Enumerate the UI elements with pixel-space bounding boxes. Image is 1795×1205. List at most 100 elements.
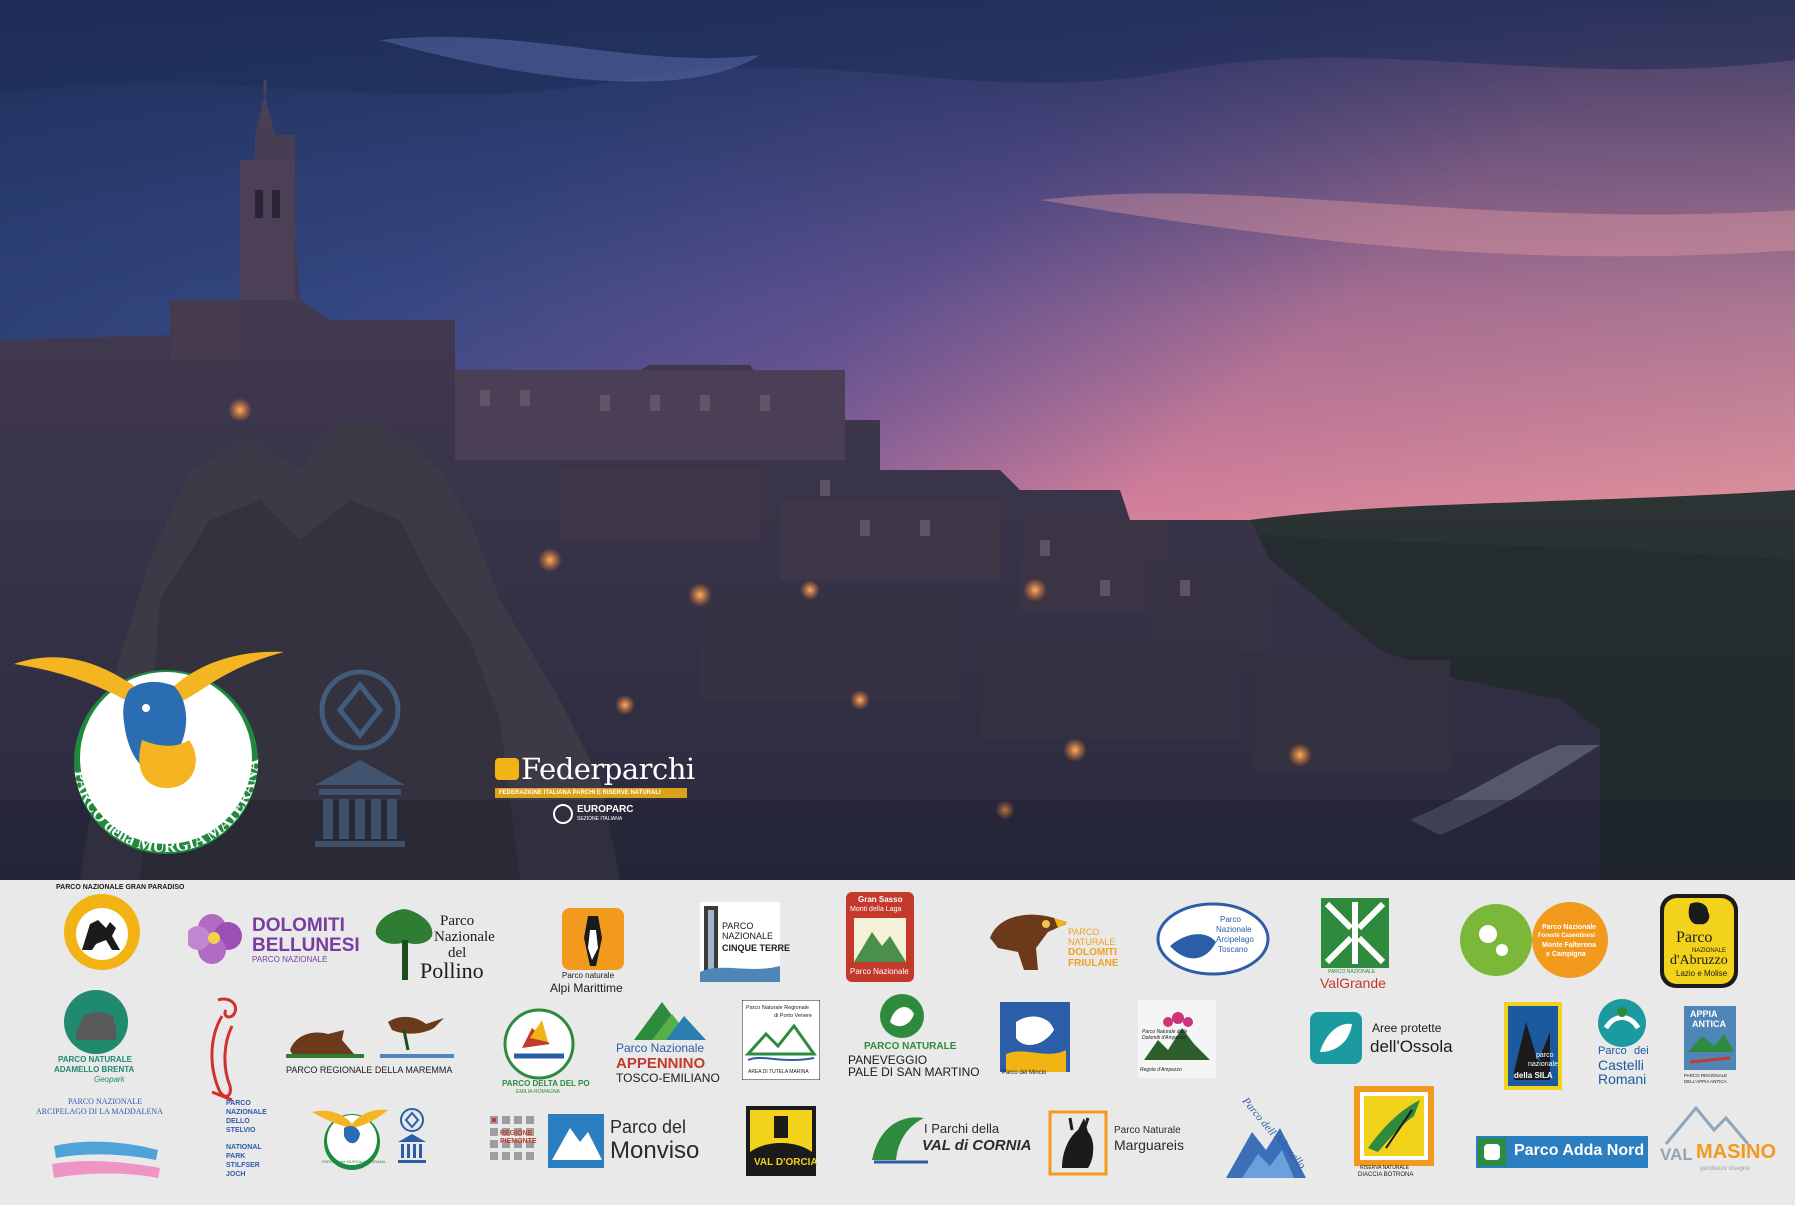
porto-venere-label-1: Parco Naturale Regionale (746, 1005, 809, 1011)
porto-venere-label-3: AREA DI TUTELA MARINA (748, 1069, 809, 1075)
mincio-logo: Parco del Mincio (1000, 1002, 1070, 1078)
stelvio-logo: PARCO NAZIONALE DELLO STELVIO NATIONAL P… (226, 1100, 276, 1196)
gran-sasso-label-3: Parco Nazionale (850, 967, 909, 976)
dolomiti-ampezzo-logo: Parco Naturale delle Dolomiti d'Ampezzo … (1138, 1000, 1220, 1078)
stelvio-label-5: NATIONAL (226, 1144, 262, 1151)
castelli-romani-label-4: Romani (1598, 1071, 1647, 1087)
piemonte-label-2: PIEMONTE (500, 1138, 537, 1145)
federparchi-title: Federparchi (521, 752, 695, 786)
delta-po-label-1: PARCO DELTA DEL PO (502, 1079, 590, 1088)
appia-antica-logo: APPIA ANTICA PARCO REGIONALE DELL'APPIA … (1684, 1006, 1740, 1092)
marguareis-logo: Parco Naturale Marguareis (1048, 1110, 1198, 1176)
abruzzo-label-3: d'Abruzzo (1670, 953, 1728, 968)
unesco-small-logo (396, 1106, 428, 1166)
dolomiti-bellunesi-label-2: BELLUNESI (252, 935, 360, 956)
foreste-casentinesi-label-1: Parco Nazionale (1542, 924, 1597, 931)
europarc-sublabel: SEZIONE ITALIANA (577, 816, 623, 822)
appia-antica-label-3: PARCO REGIONALE (1684, 1073, 1728, 1078)
arcipelago-toscano-label-2: Nazionale (1216, 925, 1252, 934)
adamello-brenta-label-1: PARCO NATURALE (58, 1055, 132, 1064)
delta-po-label-2: EMILIA-ROMAGNA (516, 1089, 560, 1095)
regione-piemonte-monviso-logo: REGIONE PIEMONTE Parco del Monviso (488, 1112, 718, 1172)
monviso-label-2: Monviso (610, 1137, 700, 1164)
appennino-label-2: APPENNINO (616, 1055, 706, 1072)
adda-nord-label: Parco Adda Nord (1514, 1142, 1645, 1159)
valmasino-label-3: gentilezze insegne (1700, 1166, 1750, 1172)
alpi-marittime-label-2: Alpi Marittime (550, 981, 623, 995)
appia-antica-label-2: ANTICA (1692, 1019, 1726, 1029)
appennino-label-3: TOSCO-EMILIANO (616, 1071, 720, 1085)
castelli-romani-label-2: dei (1634, 1045, 1649, 1057)
gran-sasso-label-1: Gran Sasso (858, 895, 903, 904)
castelli-romani-label-1: Parco (1598, 1045, 1627, 1057)
ossola-logo: Aree protette dell'Ossola (1310, 1012, 1460, 1068)
ampezzo-label-3: Regole d'Ampezzo (1140, 1067, 1182, 1073)
dolomiti-friulane-label-4: FRIULANE (1068, 958, 1119, 969)
pollino-label-1: Parco (440, 913, 475, 929)
adamello-brenta-label-3: Geopark (94, 1075, 125, 1084)
adamello-logo: Parco dell' Adamello (1222, 1092, 1312, 1184)
adamello-brenta-label-2: ADAMELLO BRENTA (54, 1065, 135, 1074)
mincio-label: Parco del Mincio (1002, 1070, 1047, 1076)
murgia-materana-small-logo: PARCO della MURGIA MATERANA (310, 1106, 390, 1172)
sila-logo: parco nazionale della SILA (1504, 1002, 1562, 1090)
porto-venere-logo: Parco Naturale Regionale di Porto Venere… (741, 999, 821, 1081)
val-cornia-label-2: VAL di CORNIA (922, 1137, 1032, 1154)
dolomiti-bellunesi-label-3: PARCO NAZIONALE (252, 955, 328, 964)
castelli-romani-logo: Parco dei Castelli Romani (1594, 998, 1654, 1094)
marguareis-label-2: Marguareis (1114, 1137, 1185, 1153)
paneveggio-label-1: PARCO NATURALE (864, 1041, 957, 1052)
stelvio-label-1: PARCO (226, 1100, 251, 1107)
valmasino-label-2: MASINO (1696, 1141, 1776, 1163)
arcipelago-toscano-logo: Parco Nazionale Arcipelago Toscano (1156, 902, 1270, 976)
valmasino-logo: VAL MASINO gentilezze insegne (1656, 1102, 1776, 1182)
adda-nord-logo: Parco Adda Nord (1476, 1136, 1648, 1168)
val-cornia-label-1: I Parchi della (924, 1121, 1000, 1136)
porto-venere-label-2: di Porto Venere (774, 1013, 812, 1019)
alpi-marittime-logo: Parco naturale Alpi Marittime (548, 900, 638, 995)
marguareis-label-1: Parco Naturale (1114, 1125, 1181, 1136)
unesco-logo (305, 665, 415, 855)
sila-label-1: parco (1536, 1052, 1554, 1059)
foreste-casentinesi-logo: Parco Nazionale Foreste Casentinesi Mont… (1458, 900, 1610, 980)
paneveggio-label-3: PALE DI SAN MARTINO (848, 1065, 980, 1079)
stelvio-label-7: STILFSER (226, 1162, 260, 1169)
stelvio-label-2: NAZIONALE (226, 1109, 267, 1116)
val-di-cornia-logo: I Parchi della VAL di CORNIA (868, 1110, 1031, 1170)
abruzzo-lazio-molise-logo: Parco NAZIONALE d'Abruzzo Lazio e Molise (1660, 894, 1738, 988)
alpi-marittime-label-1: Parco naturale (562, 971, 615, 980)
pollino-logo: Parco Nazionale del Pollino (370, 904, 520, 984)
stelvio-label-8: JOCH (226, 1171, 246, 1178)
piemonte-label-1: REGIONE (500, 1130, 533, 1137)
europarc-emblem (553, 804, 573, 824)
cinque-terre-logo: PARCO NAZIONALE CINQUE TERRE (700, 902, 790, 982)
foreste-casentinesi-label-4: e Campigna (1546, 951, 1586, 958)
pollino-label-4: Pollino (420, 958, 484, 983)
europarc-label: EUROPARC (577, 804, 634, 815)
dolomiti-friulane-logo: PARCO NATURALE DOLOMITI FRIULANE (988, 908, 1119, 988)
foreste-casentinesi-label-2: Foreste Casentinesi (1538, 933, 1596, 939)
maddalena-label-1: PARCO NAZIONALE (68, 1097, 143, 1106)
sila-label-2: nazionale (1528, 1061, 1558, 1068)
appennino-label-1: Parco Nazionale (616, 1041, 705, 1055)
gran-sasso-label-2: Monti della Laga (850, 906, 902, 913)
valmasino-label-1: VAL (1660, 1145, 1693, 1164)
gran-paradiso-label: PARCO NAZIONALE GRAN PARADISO (56, 884, 185, 891)
val-orcia-label: VAL D'ORCIA (754, 1157, 818, 1168)
monviso-label-1: Parco del (610, 1117, 687, 1137)
adamello-brenta-logo: PARCO NATURALE ADAMELLO BRENTA Geopark (52, 990, 142, 1086)
abruzzo-label-1: Parco (1676, 929, 1713, 946)
appennino-tosco-emiliano-logo: Parco Nazionale APPENNINO TOSCO-EMILIANO (614, 998, 720, 1090)
valgrande-label-2: ValGrande (1320, 975, 1386, 991)
murgia-small-label: PARCO della MURGIA MATERANA (322, 1159, 386, 1164)
maremma-logo: PARCO REGIONALE DELLA MAREMMA (284, 1010, 456, 1080)
pollino-label-2: Nazionale (434, 929, 495, 945)
federparchi-emblem (495, 758, 519, 780)
appia-antica-label-4: DELL'APPIA ANTICA (1684, 1079, 1727, 1084)
arcipelago-toscano-label-1: Parco (1220, 915, 1241, 924)
federparchi-logo: Federparchi FEDERAZIONE ITALIANA PARCHI … (495, 752, 695, 830)
stelvio-label-3: DELLO (226, 1118, 250, 1125)
ossola-label-1: Aree protette (1372, 1021, 1442, 1035)
delta-po-logo: PARCO DELTA DEL PO EMILIA-ROMAGNA (502, 1008, 590, 1095)
dolomiti-friulane-label-3: DOLOMITI (1068, 947, 1117, 958)
